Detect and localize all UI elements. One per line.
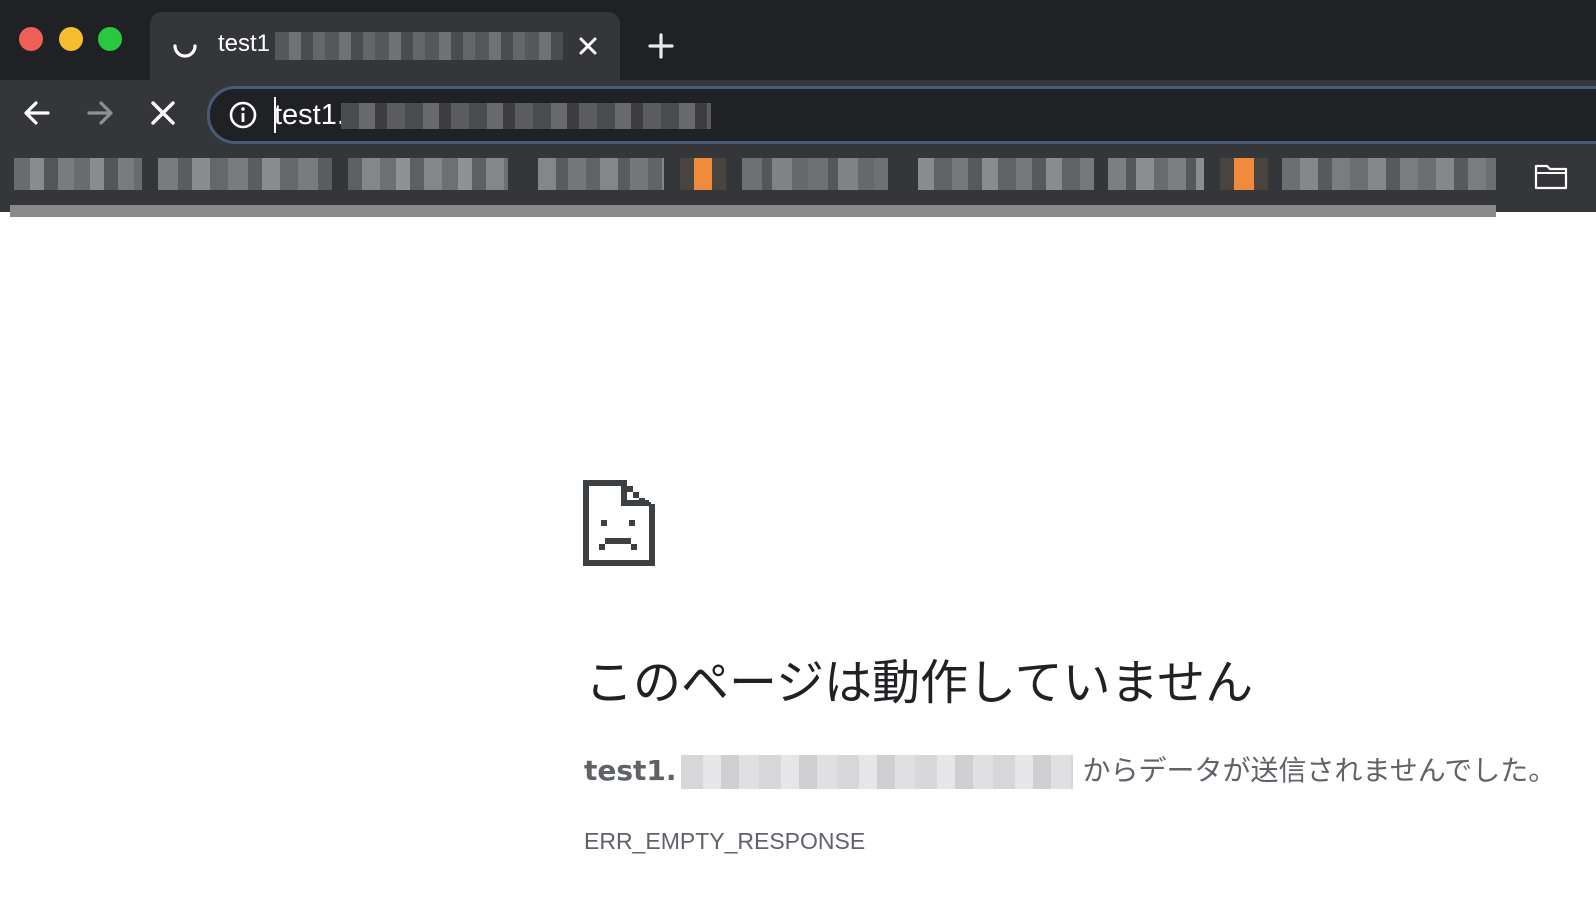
error-message: test1. からデータが送信されませんでした。 <box>584 752 1556 790</box>
url-text[interactable]: test1. <box>274 98 345 132</box>
stop-icon[interactable] <box>146 96 180 130</box>
bookmark-favicon[interactable] <box>680 158 726 190</box>
bookmark-item[interactable] <box>158 158 332 190</box>
error-message-text: からデータが送信されませんでした。 <box>1082 754 1557 787</box>
toolbar: test1. <box>0 80 1596 146</box>
error-code: ERR_EMPTY_RESPONSE <box>584 828 866 854</box>
url-redacted <box>341 103 711 129</box>
sad-page-icon <box>583 480 655 566</box>
tab-strip: test1 <box>0 0 1596 80</box>
bookmarks-bar <box>0 146 1596 212</box>
host-redacted <box>680 755 1073 789</box>
folder-icon[interactable] <box>1534 162 1568 190</box>
info-icon[interactable] <box>228 100 258 130</box>
error-heading: このページは動作していません <box>585 655 1254 711</box>
tab-title-redacted <box>275 32 563 60</box>
bookmark-item[interactable] <box>14 158 142 190</box>
address-bar[interactable]: test1. <box>207 86 1596 144</box>
plus-icon[interactable] <box>645 30 677 62</box>
error-host: test1. <box>584 754 677 787</box>
bookmark-item[interactable] <box>1282 158 1496 190</box>
forward-arrow-icon[interactable] <box>83 96 117 130</box>
tab-active[interactable]: test1 <box>150 12 620 80</box>
bookmark-favicon[interactable] <box>1220 158 1268 190</box>
text-cursor <box>274 97 276 133</box>
back-arrow-icon[interactable] <box>20 96 54 130</box>
bookmark-item[interactable] <box>348 158 508 190</box>
spinner-icon <box>173 44 197 58</box>
bookmark-item[interactable] <box>538 158 664 190</box>
window-close-button[interactable] <box>19 27 43 51</box>
window-minimize-button[interactable] <box>59 27 83 51</box>
loading-progress-bar <box>10 205 1496 217</box>
bookmark-item[interactable] <box>918 158 1094 190</box>
browser-window: test1 test1. このページは動作していません test1. からデータ… <box>0 0 1596 900</box>
tab-title: test1 <box>218 30 271 57</box>
bookmark-item[interactable] <box>1108 158 1204 190</box>
tab-close-icon[interactable] <box>573 31 603 61</box>
bookmark-item[interactable] <box>742 158 888 190</box>
window-maximize-button[interactable] <box>98 27 122 51</box>
